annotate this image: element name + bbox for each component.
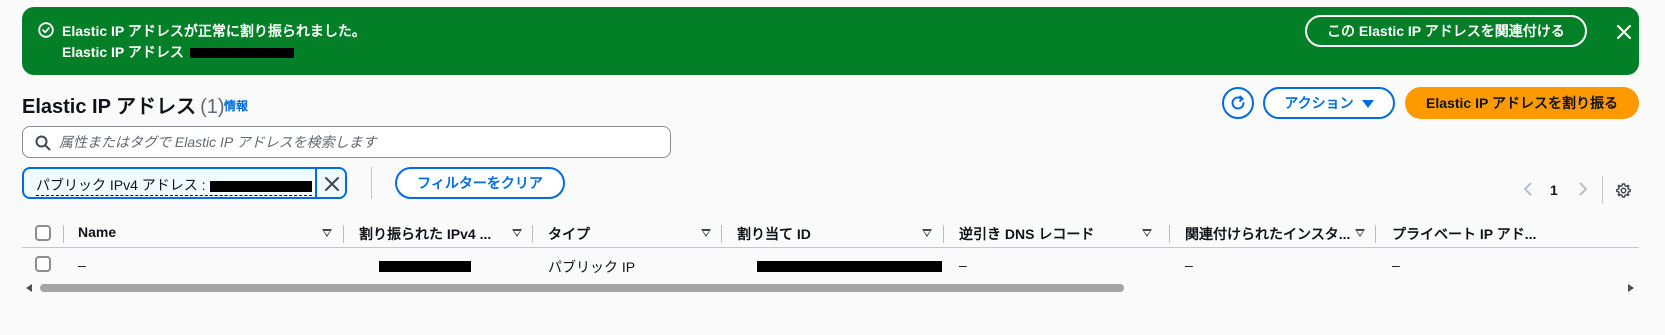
cell-allocated-ipv4[interactable] [379, 257, 471, 273]
cell-allocation-id [757, 257, 942, 273]
column-separator [63, 225, 64, 243]
gear-icon[interactable] [1615, 182, 1632, 199]
column-header-reverse-dns[interactable]: 逆引き DNS レコード [959, 224, 1094, 244]
associate-address-button[interactable]: この Elastic IP アドレスを関連付ける [1305, 15, 1587, 47]
search-box [22, 126, 671, 158]
cell-name: – [78, 257, 86, 273]
sort-icon[interactable] [322, 229, 332, 237]
cell-associated-instance: – [1185, 257, 1193, 273]
column-separator [343, 225, 344, 243]
page-title: Elastic IP アドレス (1) [22, 90, 225, 119]
column-header-allocation-id[interactable]: 割り当て ID [737, 224, 811, 244]
info-link[interactable]: 情報 [224, 97, 248, 114]
column-separator [1375, 225, 1376, 243]
redacted-ip [209, 180, 312, 192]
allocate-address-button[interactable]: Elastic IP アドレスを割り振る [1405, 87, 1639, 119]
redacted-allocation-id [757, 260, 942, 272]
actions-dropdown[interactable]: アクション [1263, 87, 1395, 119]
close-icon[interactable] [324, 176, 340, 192]
column-header-associated-instance[interactable]: 関連付けられたインスタ... [1185, 224, 1350, 244]
clear-filters-button[interactable]: フィルターをクリア [395, 167, 565, 199]
column-header-allocated-ipv4[interactable]: 割り振られた IPv4 ... [359, 224, 491, 244]
column-separator [943, 225, 944, 243]
chevron-left-icon[interactable] [1521, 182, 1535, 196]
page-title-text: Elastic IP アドレス [22, 96, 197, 118]
filter-token-text: パブリック IPv4 アドレス : [36, 177, 206, 193]
divider [1602, 176, 1603, 204]
redacted-ip [379, 260, 471, 272]
scroll-left-arrow[interactable] [26, 284, 32, 292]
divider [371, 167, 372, 199]
search-input[interactable] [59, 127, 659, 157]
filter-token: パブリック IPv4 アドレス : [22, 167, 347, 199]
table-row[interactable]: – パブリック IP – – – [22, 251, 1639, 281]
flash-subtitle-text: Elastic IP アドレス [62, 44, 184, 60]
table-header: Name 割り振られた IPv4 ... タイプ 割り当て ID 逆引き DNS… [22, 220, 1639, 248]
filter-token-label[interactable]: パブリック IPv4 アドレス : [36, 175, 312, 196]
select-all-checkbox[interactable] [35, 225, 51, 241]
caret-down-icon [1361, 100, 1374, 109]
column-header-type[interactable]: タイプ [548, 224, 590, 244]
search-icon [35, 135, 51, 151]
flash-subtitle: Elastic IP アドレス [62, 42, 294, 62]
page-number[interactable]: 1 [1550, 182, 1558, 198]
chevron-right-icon[interactable] [1576, 182, 1590, 196]
column-separator [721, 225, 722, 243]
sort-icon[interactable] [701, 229, 711, 237]
cell-reverse-dns: – [959, 257, 967, 273]
redacted-ip [189, 48, 294, 59]
column-header-private-ip[interactable]: プライベート IP アド... [1392, 224, 1536, 244]
sort-icon[interactable] [1355, 229, 1365, 237]
horizontal-scrollbar-thumb[interactable] [40, 284, 1124, 292]
refresh-icon [1231, 95, 1245, 110]
item-count: (1) [200, 96, 225, 118]
scroll-right-arrow[interactable] [1628, 284, 1634, 292]
token-divider [315, 167, 317, 199]
column-separator [1169, 225, 1170, 243]
column-header-name[interactable]: Name [78, 224, 116, 240]
column-separator [532, 225, 533, 243]
refresh-button[interactable] [1222, 87, 1254, 119]
cell-type: パブリック IP [548, 259, 636, 275]
sort-icon[interactable] [922, 229, 932, 237]
sort-icon[interactable] [512, 229, 522, 237]
sort-icon[interactable] [1142, 229, 1152, 237]
actions-label: アクション [1284, 95, 1354, 111]
close-icon[interactable] [1616, 24, 1632, 40]
cell-private-ip: – [1392, 257, 1400, 273]
check-circle-icon [38, 22, 54, 38]
success-flash-banner: Elastic IP アドレスが正常に割り振られました。 Elastic IP … [22, 7, 1639, 75]
flash-title: Elastic IP アドレスが正常に割り振られました。 [62, 23, 366, 39]
row-checkbox[interactable] [35, 256, 51, 272]
